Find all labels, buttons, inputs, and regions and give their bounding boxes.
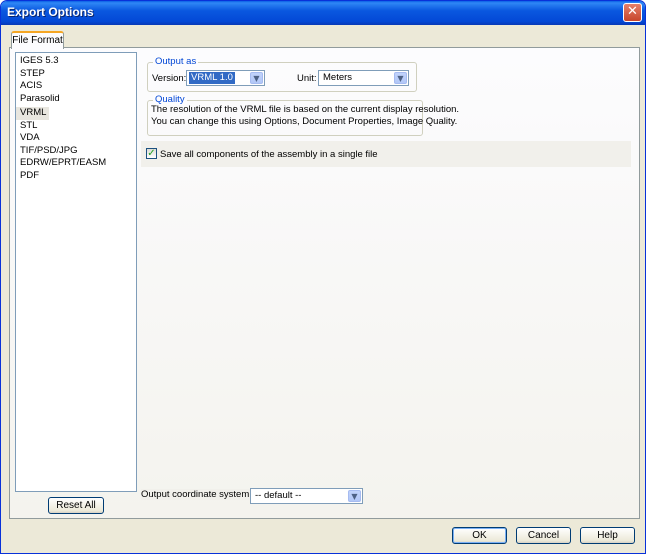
title-bar[interactable]: Export Options ✕ xyxy=(1,1,645,25)
format-item-parasolid[interactable]: Parasolid xyxy=(16,93,136,106)
help-button[interactable]: Help xyxy=(580,527,635,544)
version-value: VRML 1.0 xyxy=(189,72,235,84)
ok-button[interactable]: OK xyxy=(452,527,507,544)
export-options-dialog: Export Options ✕ File Format IGES 5.3 ST… xyxy=(0,0,646,554)
unit-select[interactable]: Meters ▼ xyxy=(318,70,409,86)
format-item-vrml[interactable]: VRML xyxy=(16,107,50,120)
chevron-down-icon[interactable]: ▼ xyxy=(394,72,407,84)
close-button[interactable]: ✕ xyxy=(623,3,642,22)
coordinate-system-value: -- default -- xyxy=(255,490,302,501)
tab-file-format[interactable]: File Format xyxy=(11,31,64,49)
coordinate-system-label: Output coordinate system: xyxy=(141,489,258,500)
chevron-down-icon[interactable]: ▼ xyxy=(250,72,263,84)
version-label: Version: xyxy=(152,73,187,84)
single-file-label[interactable]: Save all components of the assembly in a… xyxy=(160,149,378,160)
format-item-edrw[interactable]: EDRW/EPRT/EASM xyxy=(16,157,136,170)
format-item-step[interactable]: STEP xyxy=(16,68,136,81)
check-icon: ✓ xyxy=(147,148,156,159)
chevron-down-icon[interactable]: ▼ xyxy=(348,490,361,502)
format-item-iges[interactable]: IGES 5.3 xyxy=(16,55,136,68)
format-list[interactable]: IGES 5.3 STEP ACIS Parasolid VRML STL VD… xyxy=(15,52,137,492)
window-title: Export Options xyxy=(7,5,94,19)
format-item-pdf[interactable]: PDF xyxy=(16,170,136,183)
output-as-title: Output as xyxy=(153,56,199,67)
format-item-vda[interactable]: VDA xyxy=(16,132,136,145)
format-item-stl[interactable]: STL xyxy=(16,120,136,133)
single-file-checkbox[interactable]: ✓ xyxy=(146,148,157,159)
format-item-tif-psd-jpg[interactable]: TIF/PSD/JPG xyxy=(16,145,136,158)
version-select[interactable]: VRML 1.0 ▼ xyxy=(186,70,265,86)
unit-value: Meters xyxy=(323,72,353,83)
quality-description: The resolution of the VRML file is based… xyxy=(151,104,459,127)
unit-label: Unit: xyxy=(297,73,317,84)
quality-line-1: The resolution of the VRML file is based… xyxy=(151,104,460,115)
cancel-button[interactable]: Cancel xyxy=(516,527,571,544)
close-icon: ✕ xyxy=(627,4,638,19)
reset-all-button[interactable]: Reset All xyxy=(48,497,104,514)
coordinate-system-select[interactable]: -- default -- ▼ xyxy=(250,488,363,504)
format-item-acis[interactable]: ACIS xyxy=(16,80,136,93)
quality-line-2: You can change this using Options, Docum… xyxy=(151,115,458,127)
